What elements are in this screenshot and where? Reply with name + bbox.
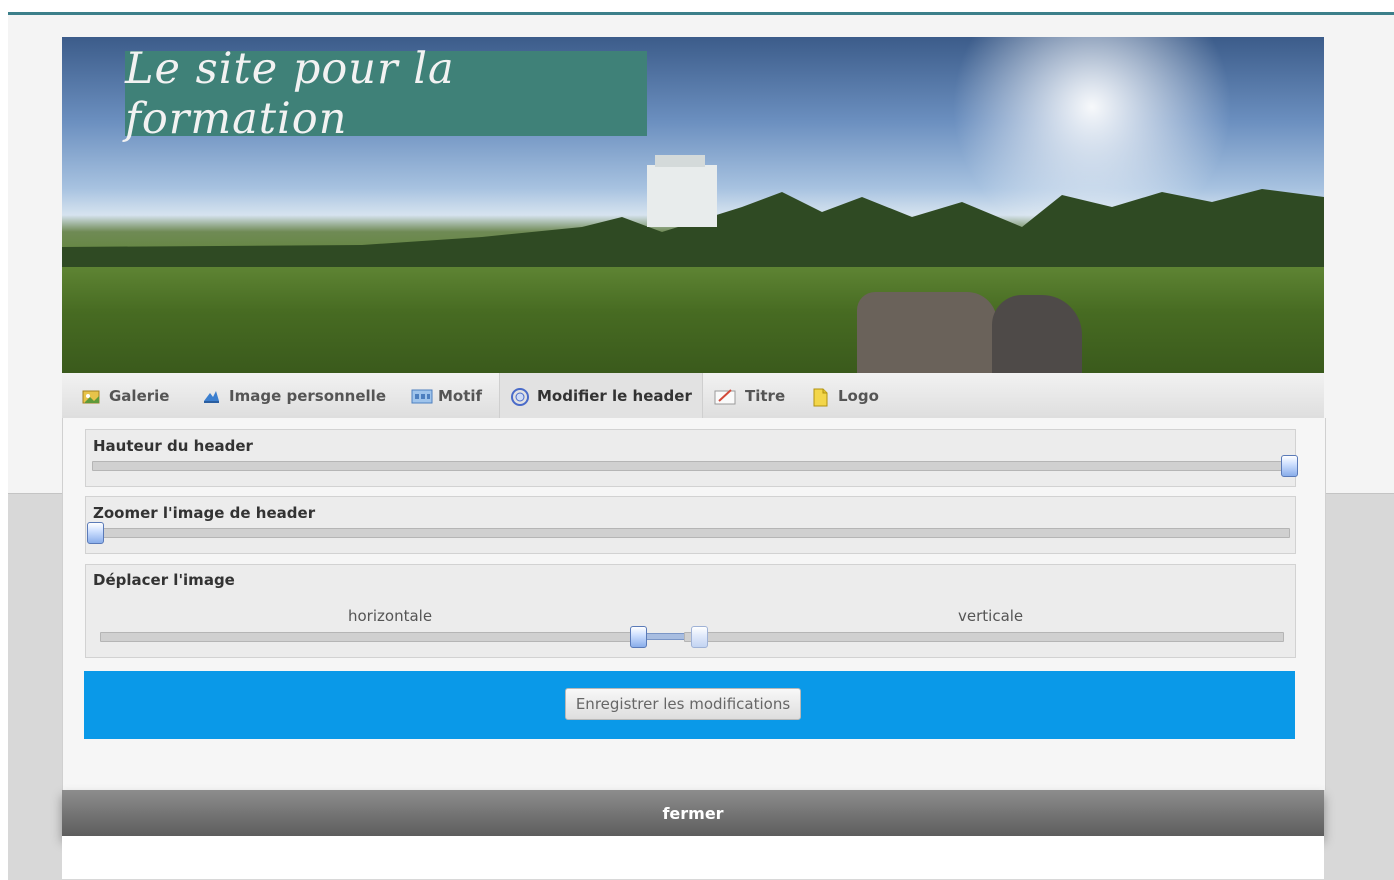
header-height-slider-track[interactable] xyxy=(92,461,1290,471)
save-button[interactable]: Enregistrer les modifications xyxy=(565,688,801,720)
vertical-label: verticale xyxy=(958,607,1024,625)
rock xyxy=(992,295,1082,373)
move-image-label: Déplacer l'image xyxy=(93,571,235,589)
title-icon xyxy=(714,387,736,405)
page-content-below xyxy=(62,836,1324,879)
horizontal-slider-track[interactable] xyxy=(100,632,642,642)
tab-label: Logo xyxy=(838,386,879,405)
zoom-slider-track[interactable] xyxy=(92,528,1290,538)
tab-galerie[interactable]: Galerie xyxy=(82,373,169,418)
tab-modifier-le-header[interactable]: Modifier le header xyxy=(499,373,703,418)
tab-label: Motif xyxy=(438,386,483,405)
tab-label: Galerie xyxy=(109,386,170,405)
site-title: Le site pour la formation xyxy=(125,43,455,144)
header-height-slider-handle[interactable] xyxy=(1281,455,1298,477)
header-height-label: Hauteur du header xyxy=(93,437,253,455)
vertical-slider-track[interactable] xyxy=(684,632,1284,642)
tab-logo[interactable]: Logo xyxy=(811,373,879,418)
house xyxy=(647,155,717,227)
site-title-box[interactable]: Le site pour la formation xyxy=(125,44,647,144)
tab-titre[interactable]: Titre xyxy=(714,373,785,418)
close-button[interactable]: fermer xyxy=(62,790,1324,836)
tab-image-personnelle[interactable]: Image personnelle xyxy=(202,373,386,418)
tab-motif[interactable]: Motif xyxy=(411,373,482,418)
header-height-group: Hauteur du header xyxy=(85,429,1298,487)
horizontal-slider-handle[interactable] xyxy=(630,626,647,648)
header-image: Le site pour la formation xyxy=(62,37,1324,373)
zoom-group: Zoomer l'image de header xyxy=(85,496,1296,554)
tab-label: Modifier le header xyxy=(537,386,692,405)
gallery-icon xyxy=(82,387,100,405)
tab-label: Titre xyxy=(745,386,786,405)
zoom-slider-handle[interactable] xyxy=(87,522,104,544)
edit-header-icon xyxy=(510,387,529,406)
close-label: fermer xyxy=(662,803,724,823)
pattern-icon xyxy=(411,387,433,405)
move-image-group: Déplacer l'image horizontale verticale xyxy=(85,564,1296,658)
logo-icon xyxy=(811,387,829,406)
rock xyxy=(857,292,997,373)
zoom-label: Zoomer l'image de header xyxy=(93,504,316,522)
horizontal-label: horizontale xyxy=(348,607,433,625)
vertical-slider-handle[interactable] xyxy=(691,626,708,648)
tab-label: Image personnelle xyxy=(229,386,386,405)
personal-image-icon xyxy=(202,387,220,405)
tab-bar: Galerie Image personnelle Motif Modifier… xyxy=(62,373,1324,419)
